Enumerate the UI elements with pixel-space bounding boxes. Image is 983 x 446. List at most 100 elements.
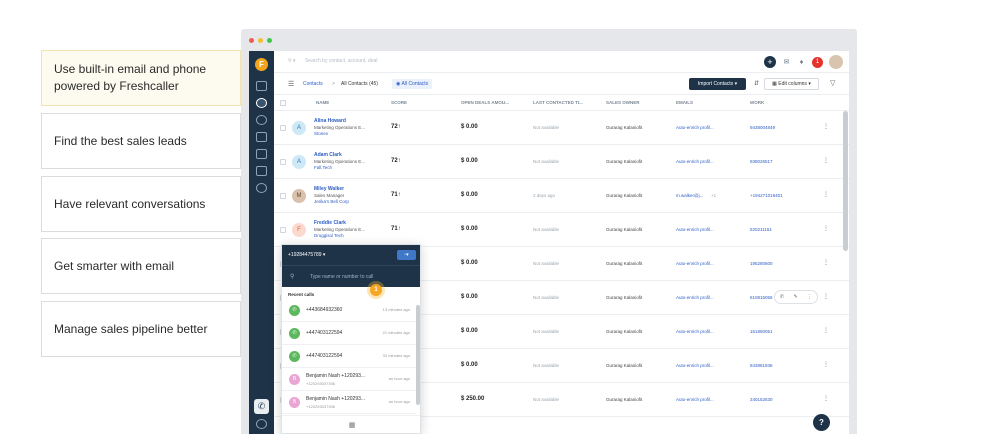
work-phone[interactable]: 195280600 [750, 261, 773, 266]
quick-add-button[interactable]: + [764, 56, 776, 68]
more-icon[interactable]: ⋮ [807, 294, 812, 300]
contact-company[interactable]: Druggisol Tech [314, 233, 344, 238]
row-checkbox[interactable] [280, 159, 286, 165]
settings-icon[interactable] [256, 183, 267, 193]
help-button[interactable]: ? [813, 414, 830, 431]
contact-email[interactable]: Auto-enrich profil... [676, 227, 714, 232]
contact-email[interactable]: Auto-enrich profil... [676, 363, 714, 368]
phone-number-selector[interactable]: +19284475789 ▾ [288, 252, 325, 258]
column-last-contacted[interactable]: Last contacted ti... [533, 100, 583, 105]
work-phone[interactable]: 610815056 [750, 295, 773, 300]
feature-tab-smarter-email[interactable]: Get smarter with email [41, 238, 241, 294]
phone-status-toggle[interactable]: ▫▾ [397, 250, 416, 260]
row-checkbox[interactable] [280, 125, 286, 131]
deals-icon[interactable] [256, 115, 267, 125]
contacts-icon[interactable] [256, 98, 267, 108]
contact-company[interactable]: Jerika's Bell Corp [314, 199, 349, 204]
sales-owner: Gurarag Kalaniofit [606, 261, 643, 266]
contact-company[interactable]: Fall.Tech [314, 165, 332, 170]
reports-icon[interactable] [256, 166, 267, 176]
edit-icon[interactable]: ✎ [794, 294, 798, 300]
freshsales-logo[interactable]: F [255, 58, 268, 71]
menu-icon[interactable]: ☰ [288, 80, 294, 88]
recent-call-item[interactable]: ✆ +447403122594 21 minutes ago [282, 322, 416, 345]
chat-icon[interactable] [256, 132, 267, 142]
breadcrumb-contacts[interactable]: Contacts [303, 81, 323, 87]
bell-icon[interactable]: ♦ [797, 58, 806, 67]
row-checkbox[interactable] [280, 193, 286, 199]
more-icon[interactable]: ⋮ [823, 225, 829, 232]
feature-tab-conversations[interactable]: Have relevant conversations [41, 176, 241, 232]
edit-columns-button[interactable]: ▦ Edit columns ▾ [764, 78, 819, 90]
contact-email[interactable]: Auto-enrich profil... [676, 397, 714, 402]
contact-company[interactable]: Stonex [314, 131, 328, 136]
more-icon[interactable]: ⋮ [823, 293, 829, 300]
contact-email[interactable]: Auto-enrich profil... [676, 159, 714, 164]
user-avatar[interactable] [829, 55, 843, 69]
work-phone[interactable]: 161860051 [750, 329, 773, 334]
more-icon[interactable]: ⋮ [823, 123, 829, 130]
minimize-dot[interactable] [258, 38, 263, 43]
table-row[interactable]: A Adam Clark Marketing Operations E... Fall… [274, 145, 849, 179]
column-sales-owner[interactable]: Sales owner [606, 100, 640, 105]
filter-icon[interactable]: ▽ [830, 79, 835, 87]
recent-call-item[interactable]: B Benjamin Nash +120293... +120293037306 an… [282, 391, 416, 414]
notification-badge[interactable]: 1 [812, 56, 823, 68]
contact-name[interactable]: Miley Walker [314, 186, 344, 192]
table-row[interactable]: A Alina Howard Marketing Operations E... St… [274, 111, 849, 145]
dialpad-icon[interactable]: ▦ [282, 415, 420, 433]
table-scrollbar[interactable] [843, 111, 848, 251]
recent-call-item[interactable]: ✆ +447403122594 33 minutes ago [282, 345, 416, 368]
work-phone[interactable]: 9438004849 [750, 125, 775, 130]
contact-name[interactable]: Alina Howard [314, 118, 346, 124]
work-phone[interactable]: 843881936 [750, 363, 773, 368]
column-work[interactable]: Work [750, 100, 764, 105]
feature-tab-email-phone[interactable]: Use built-in email and phone powered by … [41, 50, 241, 106]
recent-call-item[interactable]: ✆ +443684932360 13 minutes ago [282, 299, 416, 322]
calendar-icon[interactable] [256, 81, 267, 91]
work-phone[interactable]: 938026517 [750, 159, 773, 164]
view-tag[interactable]: ◉ All Contacts [392, 79, 433, 89]
column-name[interactable]: Name [316, 100, 329, 105]
table-row[interactable]: F Freddie Clark Marketing Operations E... D… [274, 213, 849, 247]
email-extra-count[interactable]: +1 [711, 193, 716, 198]
table-row[interactable]: M Miley Walker Sales Manager Jerika's Bell … [274, 179, 849, 213]
tour-hint[interactable]: 1 [367, 281, 385, 299]
contact-email[interactable]: m.walker@j... [676, 193, 703, 198]
phone-scrollbar[interactable] [416, 305, 420, 405]
contact-name[interactable]: Adam Clark [314, 152, 342, 158]
column-open-deals[interactable]: Open deals amou... [461, 100, 509, 105]
column-emails[interactable]: Emails [676, 100, 693, 105]
close-dot[interactable] [249, 38, 254, 43]
contact-name[interactable]: Freddie Clark [314, 220, 346, 226]
call-icon[interactable]: ✆ [780, 294, 784, 300]
chatbot-icon[interactable] [256, 419, 267, 429]
phone-icon[interactable]: ✆ [254, 399, 269, 414]
mail-icon[interactable]: ✉ [782, 58, 791, 67]
work-phone[interactable]: +194271019401 [750, 193, 783, 198]
select-all-checkbox[interactable] [280, 100, 286, 106]
more-icon[interactable]: ⋮ [823, 259, 829, 266]
feature-tab-sales-pipeline[interactable]: Manage sales pipeline better [41, 301, 241, 357]
work-phone[interactable]: 240152630 [750, 397, 773, 402]
more-icon[interactable]: ⋮ [823, 191, 829, 198]
contact-email[interactable]: Auto-enrich profil... [676, 329, 714, 334]
more-icon[interactable]: ⋮ [823, 157, 829, 164]
global-search[interactable]: ⚲ ▾ Search by contact, account, deal [288, 58, 378, 64]
column-score[interactable]: Score [391, 100, 407, 105]
contact-email[interactable]: Auto-enrich profil... [676, 125, 714, 130]
contact-email[interactable]: Auto-enrich profil... [676, 261, 714, 266]
phone-search[interactable]: ⚲ Type name or number to call [282, 265, 420, 287]
campaign-icon[interactable] [256, 149, 267, 159]
contact-email[interactable]: Auto-enrich profil... [676, 295, 714, 300]
work-phone[interactable]: 520211151 [750, 227, 772, 232]
maximize-dot[interactable] [267, 38, 272, 43]
more-icon[interactable]: ⋮ [823, 361, 829, 368]
more-icon[interactable]: ⋮ [823, 327, 829, 334]
more-icon[interactable]: ⋮ [823, 395, 829, 402]
import-contacts-button[interactable]: Import Contacts ▾ [689, 78, 746, 90]
row-checkbox[interactable] [280, 227, 286, 233]
sort-icon[interactable]: ⇵ [754, 80, 759, 87]
recent-call-item[interactable]: B Benjamin Nash +120293... +120293037306 an… [282, 368, 416, 391]
feature-tab-sales-leads[interactable]: Find the best sales leads [41, 113, 241, 169]
